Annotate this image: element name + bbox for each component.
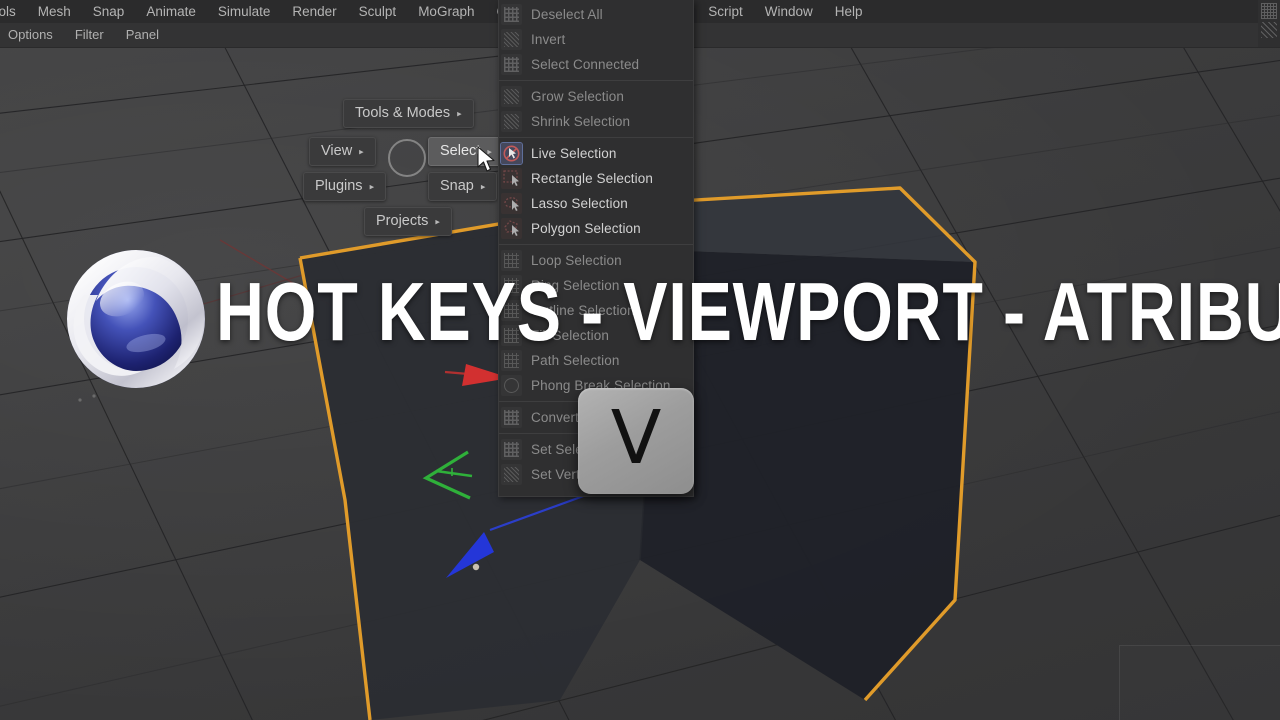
menu-item-shrink-selection[interactable]: Shrink Selection [499, 109, 693, 134]
menu-item-deselect-all[interactable]: Deselect All [499, 2, 693, 27]
menu-label: Rectangle Selection [531, 171, 653, 186]
menu-item-animate[interactable]: Animate [135, 0, 207, 23]
panel-item-filter[interactable]: Filter [64, 23, 115, 47]
radial-label-select: Select [440, 143, 481, 159]
panel-item-options[interactable]: Options [0, 23, 64, 47]
radial-item-plugins[interactable]: Plugins ▸ [303, 172, 387, 201]
menu-label: Lasso Selection [531, 196, 628, 211]
chevron-right-icon: ▸ [457, 108, 462, 118]
menu-item-mograph[interactable]: MoGraph [407, 0, 485, 23]
shrink-selection-icon [501, 111, 522, 132]
menu-label: Grow Selection [531, 89, 624, 104]
deselect-all-icon [501, 4, 522, 25]
radial-label-tools-and-modes: Tools & Modes [355, 105, 451, 121]
convert-selection-icon [501, 407, 522, 428]
menu-item-sculpt[interactable]: Sculpt [348, 0, 408, 23]
menu-item-window[interactable]: Window [754, 0, 824, 23]
radial-item-tools-and-modes[interactable]: Tools & Modes ▸ [343, 99, 474, 128]
menu-label: Deselect All [531, 7, 603, 22]
grow-selection-icon [501, 86, 522, 107]
menu-item-live-selection[interactable]: Live Selection [499, 141, 693, 166]
chevron-right-icon: ▸ [435, 216, 440, 226]
radial-item-snap[interactable]: Snap ▸ [428, 172, 498, 201]
panel-item-panel[interactable]: Panel [115, 23, 170, 47]
menu-item-lasso-selection[interactable]: Lasso Selection [499, 191, 693, 216]
menu-separator [499, 80, 693, 81]
menu-item-script[interactable]: Script [697, 0, 754, 23]
keycap-v: V [578, 388, 694, 494]
invert-selection-icon [501, 29, 522, 50]
phong-break-selection-icon [501, 375, 522, 396]
menu-item-invert[interactable]: Invert [499, 27, 693, 52]
radial-label-plugins: Plugins [315, 178, 363, 194]
select-connected-icon [501, 54, 522, 75]
live-selection-icon [500, 142, 523, 165]
menu-item-polygon-selection[interactable]: Polygon Selection [499, 216, 693, 241]
menu-label: Invert [531, 32, 566, 47]
menu-label: Select Connected [531, 57, 640, 72]
menu-item-select-connected[interactable]: Select Connected [499, 52, 693, 77]
menu-separator [499, 137, 693, 138]
radial-item-view[interactable]: View ▸ [309, 137, 376, 166]
set-selection-icon [501, 439, 522, 460]
set-vertex-weight-icon [501, 464, 522, 485]
chevron-right-icon: ▸ [369, 181, 375, 191]
grid-dots-icon[interactable] [1261, 3, 1277, 19]
chevron-right-icon: ▸ [480, 181, 486, 191]
menu-item-simulate[interactable]: Simulate [207, 0, 282, 23]
screenshot-root: ools Mesh Snap Animate Simulate Render S… [0, 0, 1280, 720]
menu-label: Shrink Selection [531, 114, 631, 129]
mouse-cursor-icon [477, 146, 495, 172]
radial-item-projects[interactable]: Projects ▸ [364, 207, 452, 236]
menu-item-rectangle-selection[interactable]: Rectangle Selection [499, 166, 693, 191]
menu-item-grow-selection[interactable]: Grow Selection [499, 84, 693, 109]
menu-item-mesh[interactable]: Mesh [27, 0, 82, 23]
radial-center-circle[interactable] [388, 139, 426, 177]
viewport-corner-panel [1119, 645, 1280, 720]
menu-item-snap[interactable]: Snap [82, 0, 136, 23]
menu-separator [499, 244, 693, 245]
rectangle-selection-icon [501, 168, 522, 189]
menu-item-render[interactable]: Render [281, 0, 347, 23]
menubar-icon-strip[interactable] [1258, 0, 1280, 47]
menu-item-help[interactable]: Help [824, 0, 874, 23]
menu-label: Polygon Selection [531, 221, 641, 236]
menu-label: Live Selection [531, 146, 617, 161]
axis-y-handle [422, 450, 473, 500]
keycap-label: V [610, 395, 662, 481]
polygon-selection-icon [501, 218, 522, 239]
cinema4d-logo-icon [67, 250, 205, 388]
hatch-icon[interactable] [1261, 22, 1277, 38]
menu-item-tools[interactable]: ools [0, 0, 27, 23]
axis-z-handle [446, 488, 601, 578]
chevron-right-icon: ▸ [359, 146, 364, 156]
page-title: HOT KEYS - VIEWPORT - ATRIBUTES [216, 265, 1280, 358]
radial-label-view: View [321, 143, 353, 159]
lasso-selection-icon [501, 193, 522, 214]
radial-label-snap: Snap [440, 178, 474, 194]
radial-label-projects: Projects [376, 213, 429, 229]
